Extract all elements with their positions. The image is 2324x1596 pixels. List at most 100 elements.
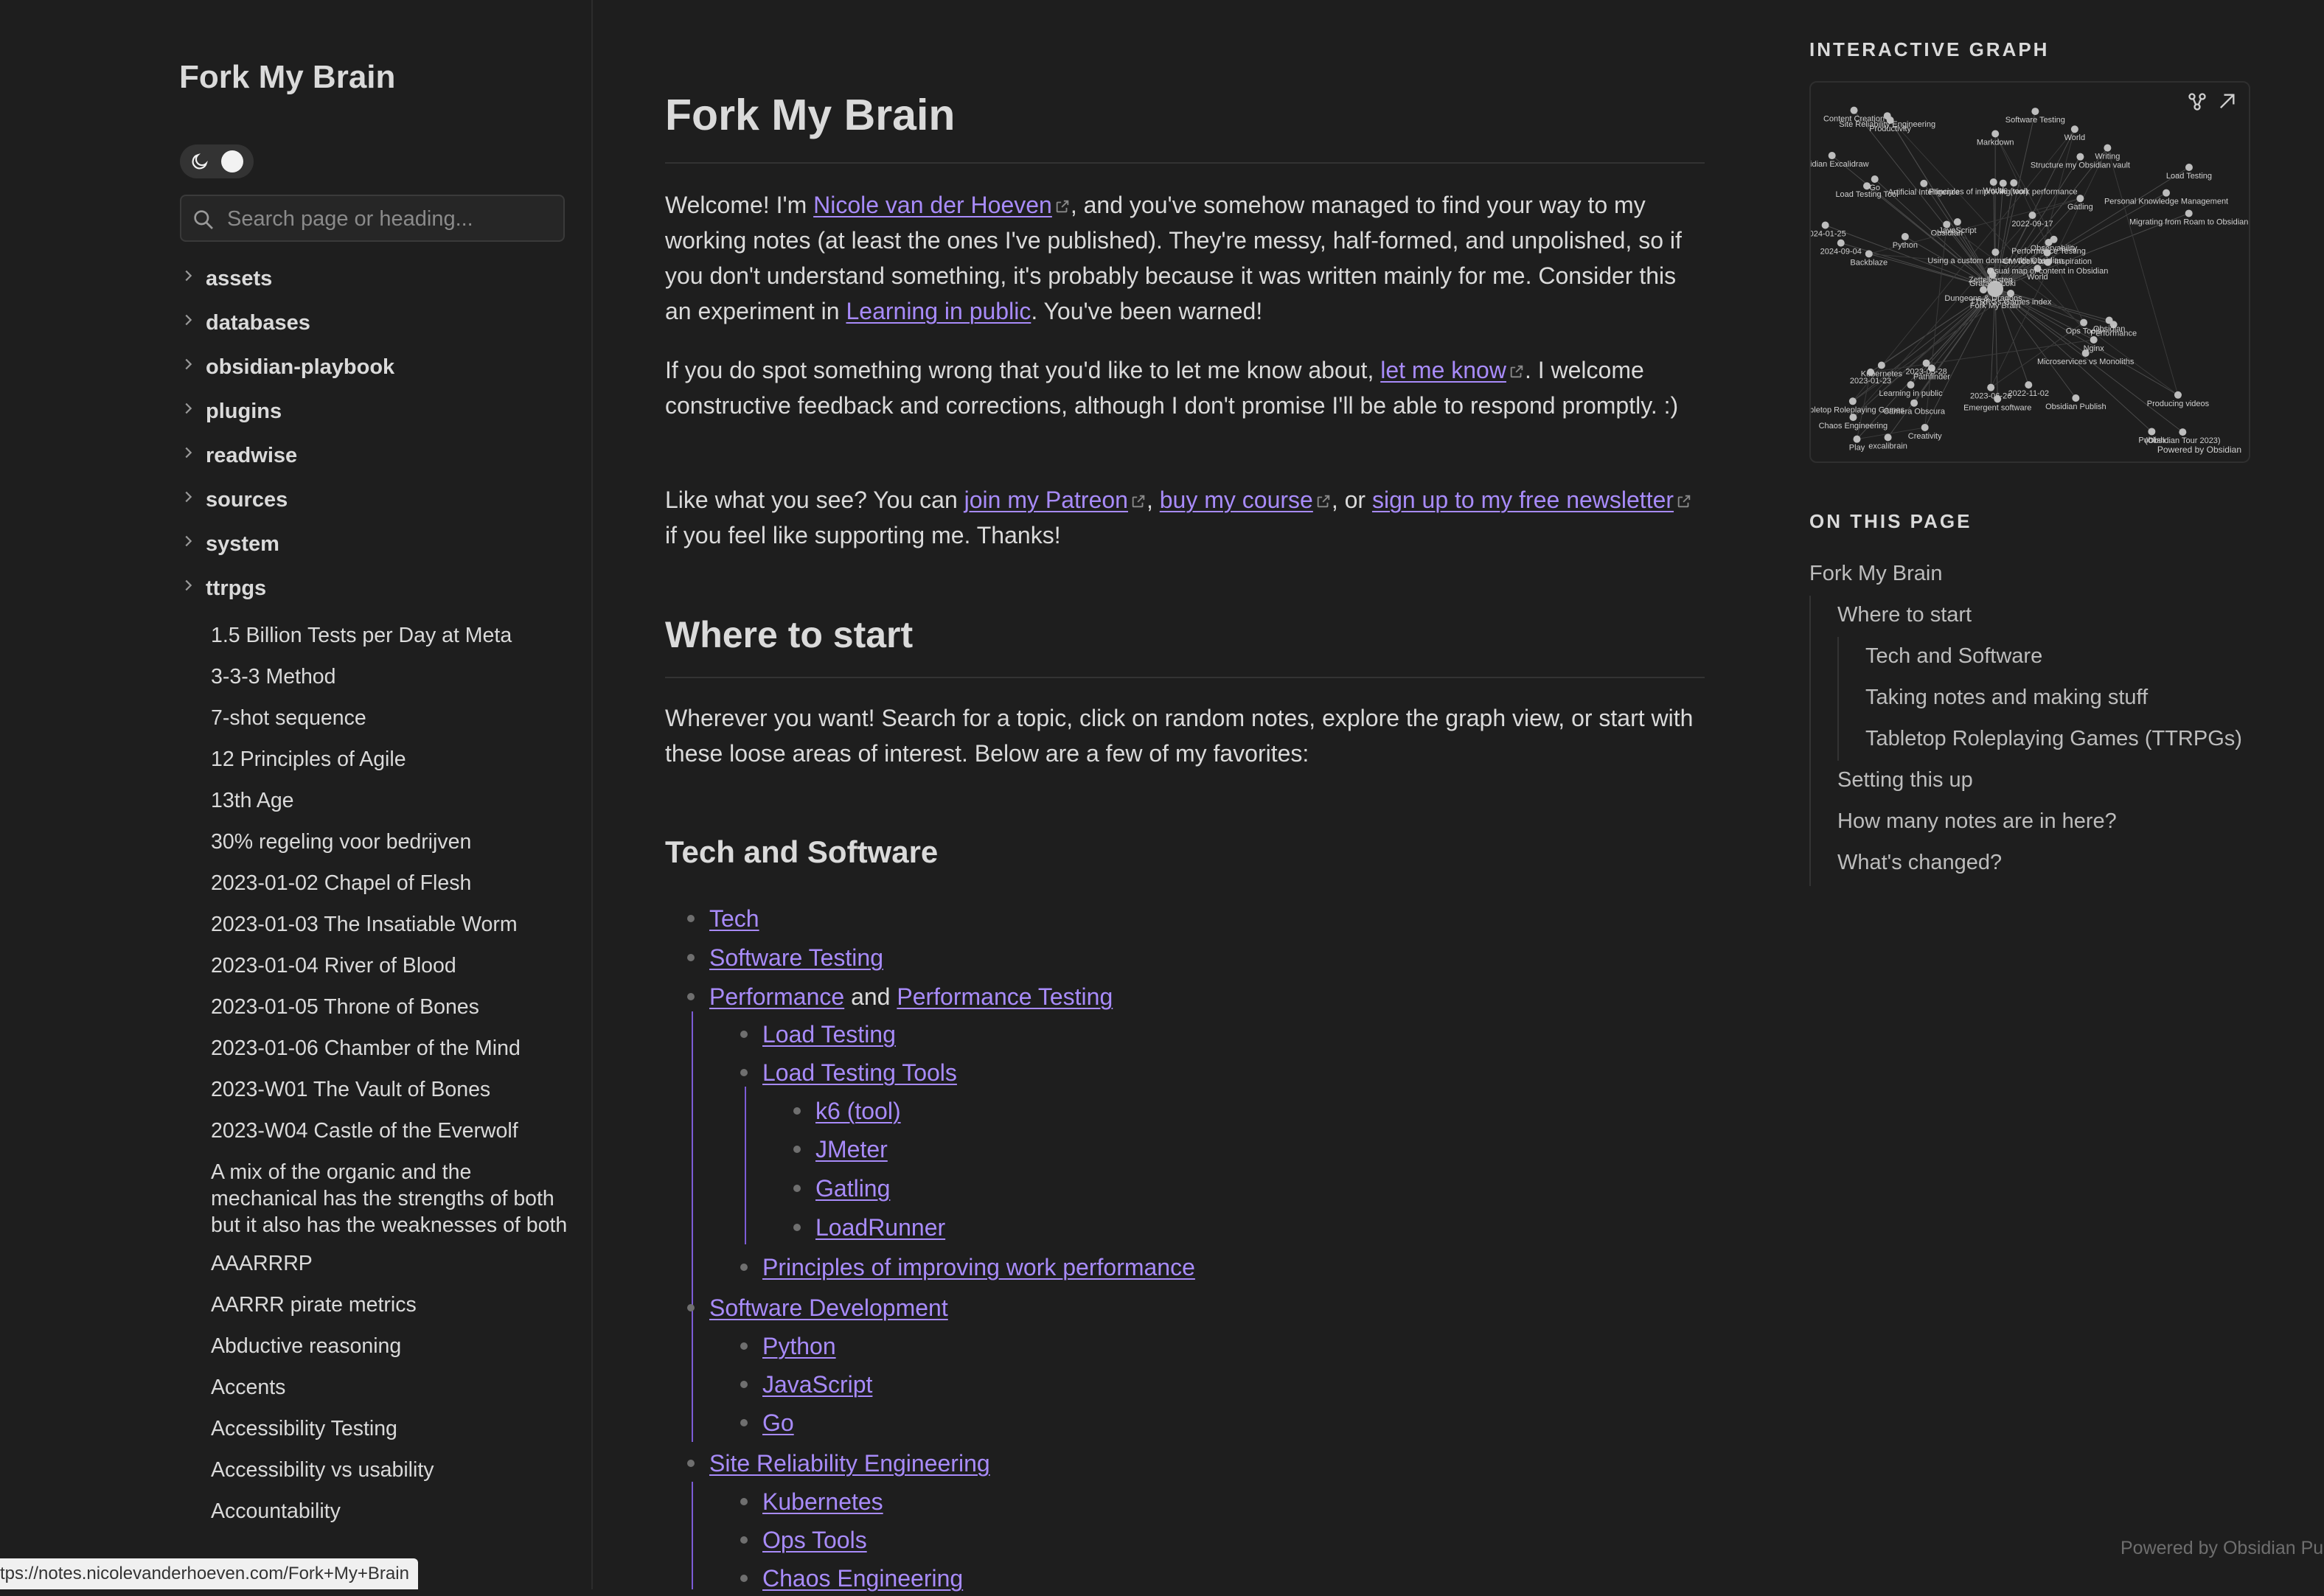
chevron-right-icon xyxy=(180,577,196,593)
external-link-icon xyxy=(1315,493,1332,509)
folder-obsidian-playbook[interactable]: obsidian-playbook xyxy=(180,346,571,391)
list-bullet xyxy=(740,1069,748,1076)
toc-item-how-many-notes[interactable]: How many notes are in here? xyxy=(1837,809,2117,834)
link-jmeter[interactable]: JMeter xyxy=(815,1132,888,1167)
link-buy-course[interactable]: buy my course xyxy=(1160,487,1313,513)
folder-label: obsidian-playbook xyxy=(206,355,394,380)
sidebar-note-item[interactable]: Abductive reasoning xyxy=(180,1327,571,1368)
graph-node-label: 2022-09-17 xyxy=(2011,220,2053,229)
link-kubernetes[interactable]: Kubernetes xyxy=(762,1484,883,1519)
graph-node xyxy=(2031,108,2039,115)
sidebar-note-item[interactable]: 30% regeling voor bedrijven xyxy=(180,823,571,864)
sidebar-note-item[interactable]: AAARRRP xyxy=(180,1244,571,1286)
link-site-reliability-engineering[interactable]: Site Reliability Engineering xyxy=(709,1446,990,1481)
folder-plugins[interactable]: plugins xyxy=(180,391,571,435)
link-performance[interactable]: Performance xyxy=(709,983,844,1010)
graph-canvas[interactable]: TTRPGs Games indexLoad Testing ToolGrafa… xyxy=(1811,83,2249,461)
global-graph-icon[interactable] xyxy=(2187,91,2208,112)
sidebar-note-item[interactable]: AARRR pirate metrics xyxy=(180,1286,571,1327)
link-patreon[interactable]: join my Patreon xyxy=(964,487,1128,513)
link-load-testing-tools[interactable]: Load Testing Tools xyxy=(762,1055,957,1090)
theme-toggle[interactable] xyxy=(180,144,254,178)
link-learning-in-public[interactable]: Learning in public xyxy=(846,298,1031,324)
folder-system[interactable]: system xyxy=(180,523,571,568)
toc-item-whats-changed[interactable]: What's changed? xyxy=(1837,851,2002,875)
folder-sources[interactable]: sources xyxy=(180,479,571,523)
sidebar-note-item[interactable]: 2023-W01 The Vault of Bones xyxy=(180,1070,571,1112)
sidebar-note-item[interactable]: Accountability xyxy=(180,1492,571,1533)
folder-databases[interactable]: databases xyxy=(180,302,571,346)
list-bullet xyxy=(793,1224,801,1231)
link-javascript[interactable]: JavaScript xyxy=(762,1367,872,1402)
graph-node xyxy=(1829,152,1836,159)
sidebar-note-item[interactable]: 2023-01-05 Throne of Bones xyxy=(180,988,571,1029)
graph-node xyxy=(1991,248,1999,256)
sidebar-note-item[interactable]: 2023-01-03 The Insatiable Worm xyxy=(180,905,571,947)
link-k6[interactable]: k6 (tool) xyxy=(815,1093,901,1129)
sidebar-note-item[interactable]: 1.5 Billion Tests per Day at Meta xyxy=(180,616,571,658)
sidebar-note-item[interactable]: 7-shot sequence xyxy=(180,699,571,740)
graph-node xyxy=(2179,428,2186,436)
graph-node-label: Observability xyxy=(2031,244,2078,253)
link-python[interactable]: Python xyxy=(762,1328,836,1364)
sidebar-note-item[interactable]: Accents xyxy=(180,1368,571,1409)
folder-assets[interactable]: assets xyxy=(180,258,571,302)
site-title[interactable]: Fork My Brain xyxy=(179,59,395,96)
graph-node xyxy=(1867,369,1874,376)
file-tree: assetsdatabases obsidian-playbook pluginsr… xyxy=(180,258,571,1533)
toc-item-where-to-start[interactable]: Where to start xyxy=(1837,603,1972,627)
link-nicole-van-der-hoeven[interactable]: Nicole van der Hoeven xyxy=(813,192,1052,218)
status-bar-url: tps://notes.nicolevanderhoeven.com/Fork+… xyxy=(0,1558,418,1589)
link-loadrunner[interactable]: LoadRunner xyxy=(815,1210,945,1245)
link-performance-testing[interactable]: Performance Testing xyxy=(897,983,1113,1010)
graph-node xyxy=(2076,153,2084,161)
toc-item-taking-notes[interactable]: Taking notes and making stuff xyxy=(1865,686,2148,710)
graph-node xyxy=(2104,144,2111,152)
sidebar-note-item[interactable]: 2023-01-02 Chapel of Flesh xyxy=(180,864,571,905)
toc-item-setting-this-up[interactable]: Setting this up xyxy=(1837,768,1973,792)
link-ops-tools[interactable]: Ops Tools xyxy=(762,1522,867,1558)
link-tech[interactable]: Tech xyxy=(709,901,759,936)
list-bullet xyxy=(740,1264,748,1271)
search-input[interactable] xyxy=(226,201,553,237)
graph-node-label: Obsidian xyxy=(2093,325,2125,334)
graph-node xyxy=(1991,130,1999,137)
toc-item-fork-my-brain[interactable]: Fork My Brain xyxy=(1809,562,1942,586)
moon-icon xyxy=(190,152,209,171)
section-divider xyxy=(665,677,1705,678)
graph-node-label: Chaos Engineering xyxy=(1819,422,1888,431)
sidebar-note-item[interactable]: Accessibility Testing xyxy=(180,1409,571,1451)
link-chaos-engineering[interactable]: Chaos Engineering xyxy=(762,1561,963,1596)
expand-icon[interactable] xyxy=(2216,91,2237,112)
graph-node-label: Creativity xyxy=(1908,432,1942,441)
toc-item-tech-and-software[interactable]: Tech and Software xyxy=(1865,644,2042,669)
graph-node xyxy=(2028,212,2036,219)
list-guide-line xyxy=(745,1087,746,1244)
sidebar-note-item[interactable]: 2023-01-04 River of Blood xyxy=(180,947,571,988)
sidebar-note-item[interactable]: 3-3-3 Method xyxy=(180,658,571,699)
link-software-development[interactable]: Software Development xyxy=(709,1290,948,1325)
link-software-testing[interactable]: Software Testing xyxy=(709,940,883,975)
link-principles-of-improving-work-performance[interactable]: Principles of improving work performance xyxy=(762,1250,1195,1285)
sidebar-note-item[interactable]: A mix of the organic and the mechanical … xyxy=(180,1153,571,1244)
folder-ttrpgs[interactable]: ttrpgs xyxy=(180,568,571,612)
sidebar-note-item[interactable]: 13th Age xyxy=(180,781,571,823)
link-go[interactable]: Go xyxy=(762,1405,794,1440)
sidebar-note-item[interactable]: 2023-01-06 Chamber of the Mind xyxy=(180,1029,571,1070)
search-box[interactable] xyxy=(180,195,565,242)
link-load-testing[interactable]: Load Testing xyxy=(762,1017,896,1052)
sidebar-note-item[interactable]: Accessibility vs usability xyxy=(180,1451,571,1492)
interactive-graph[interactable]: TTRPGs Games indexLoad Testing ToolGrafa… xyxy=(1809,81,2250,463)
folder-readwise[interactable]: readwise xyxy=(180,435,571,479)
graph-node-label: 2023-06-26 xyxy=(1970,392,2011,401)
list-bullet xyxy=(687,915,695,922)
link-gatling[interactable]: Gatling xyxy=(815,1171,890,1206)
sidebar-note-item[interactable]: 2023-W04 Castle of the Everwolf xyxy=(180,1112,571,1153)
graph-node xyxy=(1921,424,1929,431)
link-newsletter[interactable]: sign up to my free newsletter xyxy=(1372,487,1674,513)
link-let-me-know[interactable]: let me know xyxy=(1380,357,1506,383)
chevron-right-icon xyxy=(180,489,196,505)
graph-node xyxy=(1994,395,2001,403)
toc-item-ttrpgs[interactable]: Tabletop Roleplaying Games (TTRPGs) xyxy=(1865,727,2242,751)
sidebar-note-item[interactable]: 12 Principles of Agile xyxy=(180,740,571,781)
